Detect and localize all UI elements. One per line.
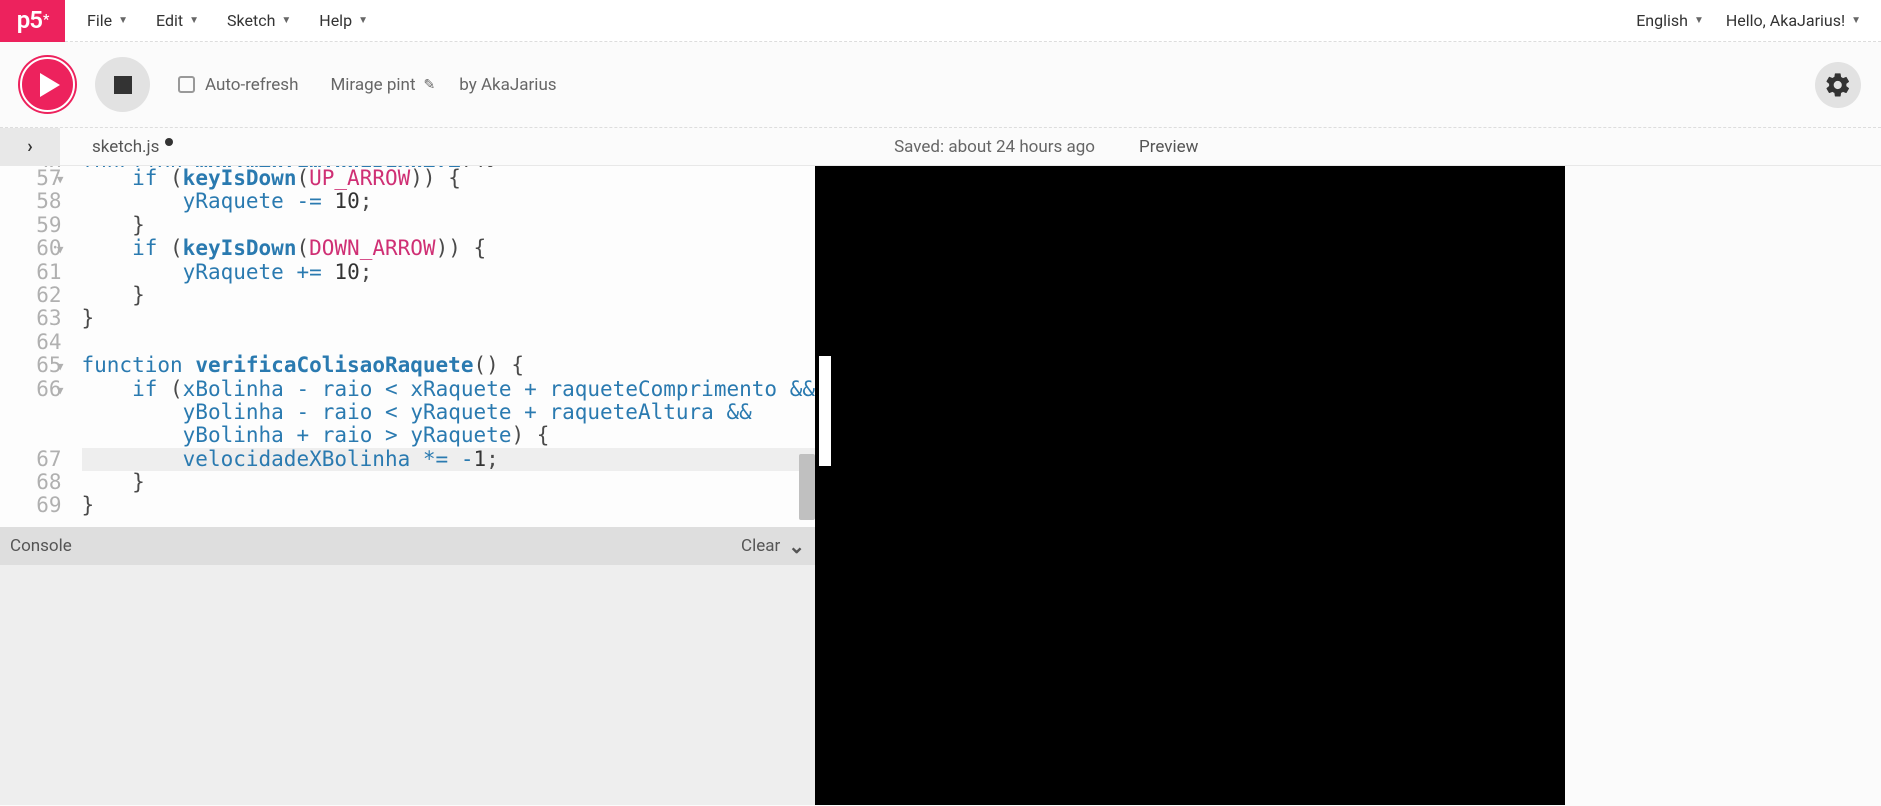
top-nav: p5* File▼ Edit▼ Sketch▼ Help▼ English▼ H… xyxy=(0,0,1881,42)
code-line[interactable]: } xyxy=(82,214,816,237)
chevron-down-icon: ▼ xyxy=(1694,15,1704,26)
p5-logo[interactable]: p5* xyxy=(0,0,65,42)
fold-icon[interactable]: ▼ xyxy=(57,238,64,261)
chevron-down-icon: ▼ xyxy=(118,15,128,26)
code-line[interactable]: if (keyIsDown(DOWN_ARROW)) { xyxy=(82,237,816,260)
below-row: Console Clear ⌄ xyxy=(0,527,1881,805)
menu-sketch[interactable]: Sketch▼ xyxy=(227,11,291,30)
editor-panel: 5657▼585960▼6162636465▼66▼676869 functio… xyxy=(0,166,815,527)
code-line[interactable]: yRaquete += 10; xyxy=(82,261,816,284)
chevron-right-icon: › xyxy=(27,136,32,157)
code-line[interactable] xyxy=(82,331,816,354)
preview-canvas[interactable] xyxy=(815,166,1565,527)
fold-icon[interactable]: ▼ xyxy=(57,168,64,191)
code-line[interactable]: function verificaColisaoRaquete() { xyxy=(82,354,816,377)
code-line[interactable]: velocidadeXBolinha *= -1; xyxy=(82,448,816,471)
editor-scrollbar[interactable] xyxy=(799,166,815,527)
chevron-down-icon[interactable]: ⌄ xyxy=(788,534,805,558)
console-clear-button[interactable]: Clear ⌄ xyxy=(741,534,805,558)
stop-icon xyxy=(114,76,132,94)
auto-refresh-label: Auto-refresh xyxy=(205,75,298,95)
code-line[interactable]: yBolinha - raio < yRaquete + raqueteAltu… xyxy=(82,401,816,424)
play-button[interactable] xyxy=(20,57,75,112)
current-file[interactable]: sketch.js xyxy=(92,137,173,157)
gear-icon xyxy=(1824,71,1852,99)
chevron-down-icon: ▼ xyxy=(281,15,291,26)
checkbox-icon[interactable] xyxy=(178,76,195,93)
console-panel: Console Clear ⌄ xyxy=(0,527,815,805)
code-line[interactable]: if (keyIsDown(UP_ARROW)) { xyxy=(82,167,816,190)
code-line[interactable]: if (xBolinha - raio < xRaquete + raquete… xyxy=(82,378,816,401)
console-title: Console xyxy=(10,536,72,556)
language-menu[interactable]: English▼ xyxy=(1636,11,1704,30)
right-menus: English▼ Hello, AkaJarius!▼ xyxy=(1636,11,1861,30)
code-editor[interactable]: 5657▼585960▼6162636465▼66▼676869 functio… xyxy=(0,166,815,527)
code-area[interactable]: function movimentaMinhaRaquete(){ if (ke… xyxy=(70,166,816,527)
menu-edit[interactable]: Edit▼ xyxy=(156,11,199,30)
sidebar-toggle[interactable]: › xyxy=(0,128,60,166)
pencil-icon[interactable]: ✎ xyxy=(424,77,436,93)
code-line[interactable]: } xyxy=(82,307,816,330)
console-header: Console Clear ⌄ xyxy=(0,527,815,565)
line-gutter: 5657▼585960▼6162636465▼66▼676869 xyxy=(0,166,70,527)
code-line[interactable]: yBolinha + raio > yRaquete) { xyxy=(82,424,816,447)
menu-help[interactable]: Help▼ xyxy=(319,11,368,30)
stop-button[interactable] xyxy=(95,57,150,112)
sketch-name[interactable]: Mirage pint ✎ xyxy=(330,75,435,95)
console-body[interactable] xyxy=(0,565,815,805)
main-menus: File▼ Edit▼ Sketch▼ Help▼ xyxy=(87,11,368,30)
account-menu[interactable]: Hello, AkaJarius!▼ xyxy=(1726,11,1861,30)
preview-label: Preview xyxy=(1131,137,1881,157)
menu-file[interactable]: File▼ xyxy=(87,11,128,30)
chevron-down-icon: ▼ xyxy=(358,15,368,26)
scrollbar-thumb[interactable] xyxy=(799,454,815,520)
fold-icon[interactable]: ▼ xyxy=(57,355,64,378)
chevron-down-icon: ▼ xyxy=(1851,15,1861,26)
settings-button[interactable] xyxy=(1815,62,1861,108)
code-line[interactable]: yRaquete -= 10; xyxy=(82,190,816,213)
unsaved-dot-icon xyxy=(165,138,173,146)
paddle-sprite xyxy=(819,356,831,466)
auto-refresh-toggle[interactable]: Auto-refresh xyxy=(178,75,298,95)
code-line[interactable]: } xyxy=(82,471,816,494)
code-line[interactable]: } xyxy=(82,494,816,517)
author-label: by AkaJarius xyxy=(459,75,556,95)
file-bar: › sketch.js Saved: about 24 hours ago Pr… xyxy=(0,128,1881,166)
preview-canvas-lower[interactable] xyxy=(815,527,1565,805)
main-row: 5657▼585960▼6162636465▼66▼676869 functio… xyxy=(0,166,1881,527)
toolbar: Auto-refresh Mirage pint ✎ by AkaJarius xyxy=(0,42,1881,128)
fold-icon[interactable]: ▼ xyxy=(57,379,64,402)
play-icon xyxy=(40,73,60,97)
saved-status: Saved: about 24 hours ago xyxy=(894,137,1095,157)
chevron-down-icon: ▼ xyxy=(189,15,199,26)
code-line[interactable]: } xyxy=(82,284,816,307)
